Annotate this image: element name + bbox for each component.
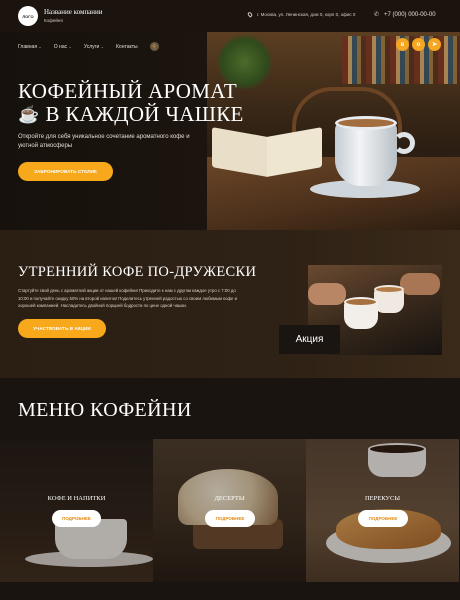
phone-text[interactable]: +7 (000) 000-00-00 [384,12,436,18]
latte-art-decor [335,116,397,130]
promo-description: Стартуйте свой день с ароматной акции от… [18,288,237,308]
menu-card-label: Десерты [214,495,245,502]
hand-decor [308,283,346,305]
details-button[interactable]: Подробнее [205,510,255,527]
hero-title: Кофейный аромат ☕ в каждой чашке [18,80,244,126]
hero-description: Откройте для себя уникальное сочетание а… [18,134,190,149]
nav-item-about[interactable]: О нас ⌄ [54,44,72,50]
menu-title: Меню кофейни [18,399,192,421]
map-pin-icon [246,11,254,18]
menu-card-coffee[interactable]: Кофе и напитки Подробнее [0,439,153,582]
join-promo-button[interactable]: Участвовать в акции [18,319,106,338]
promo-title: Утренний кофе по-дружески [18,264,257,280]
site-header: ЛОГО Название компании Кофейня г. Москва… [0,0,460,32]
company-name: Название компании [44,8,103,16]
menu-card-snacks[interactable]: Перекусы Подробнее [306,439,459,582]
cup-top-decor [374,285,404,294]
hero-cafe-image [207,32,460,230]
menu-card-label: Кофе и напитки [47,495,106,502]
company-block: Название компании Кофейня [44,8,103,23]
main-nav: Главная ⌄ О нас ⌄ Услуги ⌄ Контакты ⚲ [18,42,159,51]
details-button[interactable]: Подробнее [358,510,408,527]
cup-top-decor [344,297,378,307]
logo[interactable]: ЛОГО [18,6,38,26]
address: г. Москва, ул. Ленинская, дом 0, корп 0,… [246,11,356,18]
hand-decor [400,273,440,295]
phone-icon: ✆ [374,12,380,18]
nav-item-services[interactable]: Услуги ⌄ [84,44,104,50]
address-text: г. Москва, ул. Ленинская, дом 0, корп 0,… [257,12,356,17]
chevron-down-icon: ⌄ [68,43,72,49]
nav-item-home[interactable]: Главная ⌄ [18,44,42,50]
telegram-icon[interactable]: ➤ [428,38,441,51]
book-table-button[interactable]: Забронировать столик [18,162,113,181]
search-icon[interactable]: ⚲ [149,42,159,51]
chevron-down-icon: ⌄ [38,43,42,49]
menu-card-desserts[interactable]: Десерты Подробнее [153,439,306,582]
company-subtitle: Кофейня [44,18,63,23]
odnoklassniki-icon[interactable]: о [412,38,425,51]
menu-section: Меню кофейни Кофе и напитки Подробнее Де… [0,378,460,600]
promo-badge: Акция [279,325,340,354]
promo-section: Утренний кофе по-дружески Стартуйте свой… [0,230,460,378]
cup-handle-decor [393,132,415,154]
hero-title-line1: Кофейный аромат [18,79,237,103]
chevron-down-icon: ⌄ [100,43,104,49]
book-decor [212,127,322,177]
hero-section: Главная ⌄ О нас ⌄ Услуги ⌄ Контакты ⚲ в … [0,32,460,230]
phone[interactable]: ✆ +7 (000) 000-00-00 [374,11,436,19]
coffee-cup-icon: ☕ [18,105,40,124]
vk-icon[interactable]: в [396,38,409,51]
nav-item-contacts[interactable]: Контакты [116,44,138,50]
hero-title-line2: в каждой чашке [45,102,244,126]
details-button[interactable]: Подробнее [52,510,101,527]
menu-card-label: Перекусы [364,495,401,502]
